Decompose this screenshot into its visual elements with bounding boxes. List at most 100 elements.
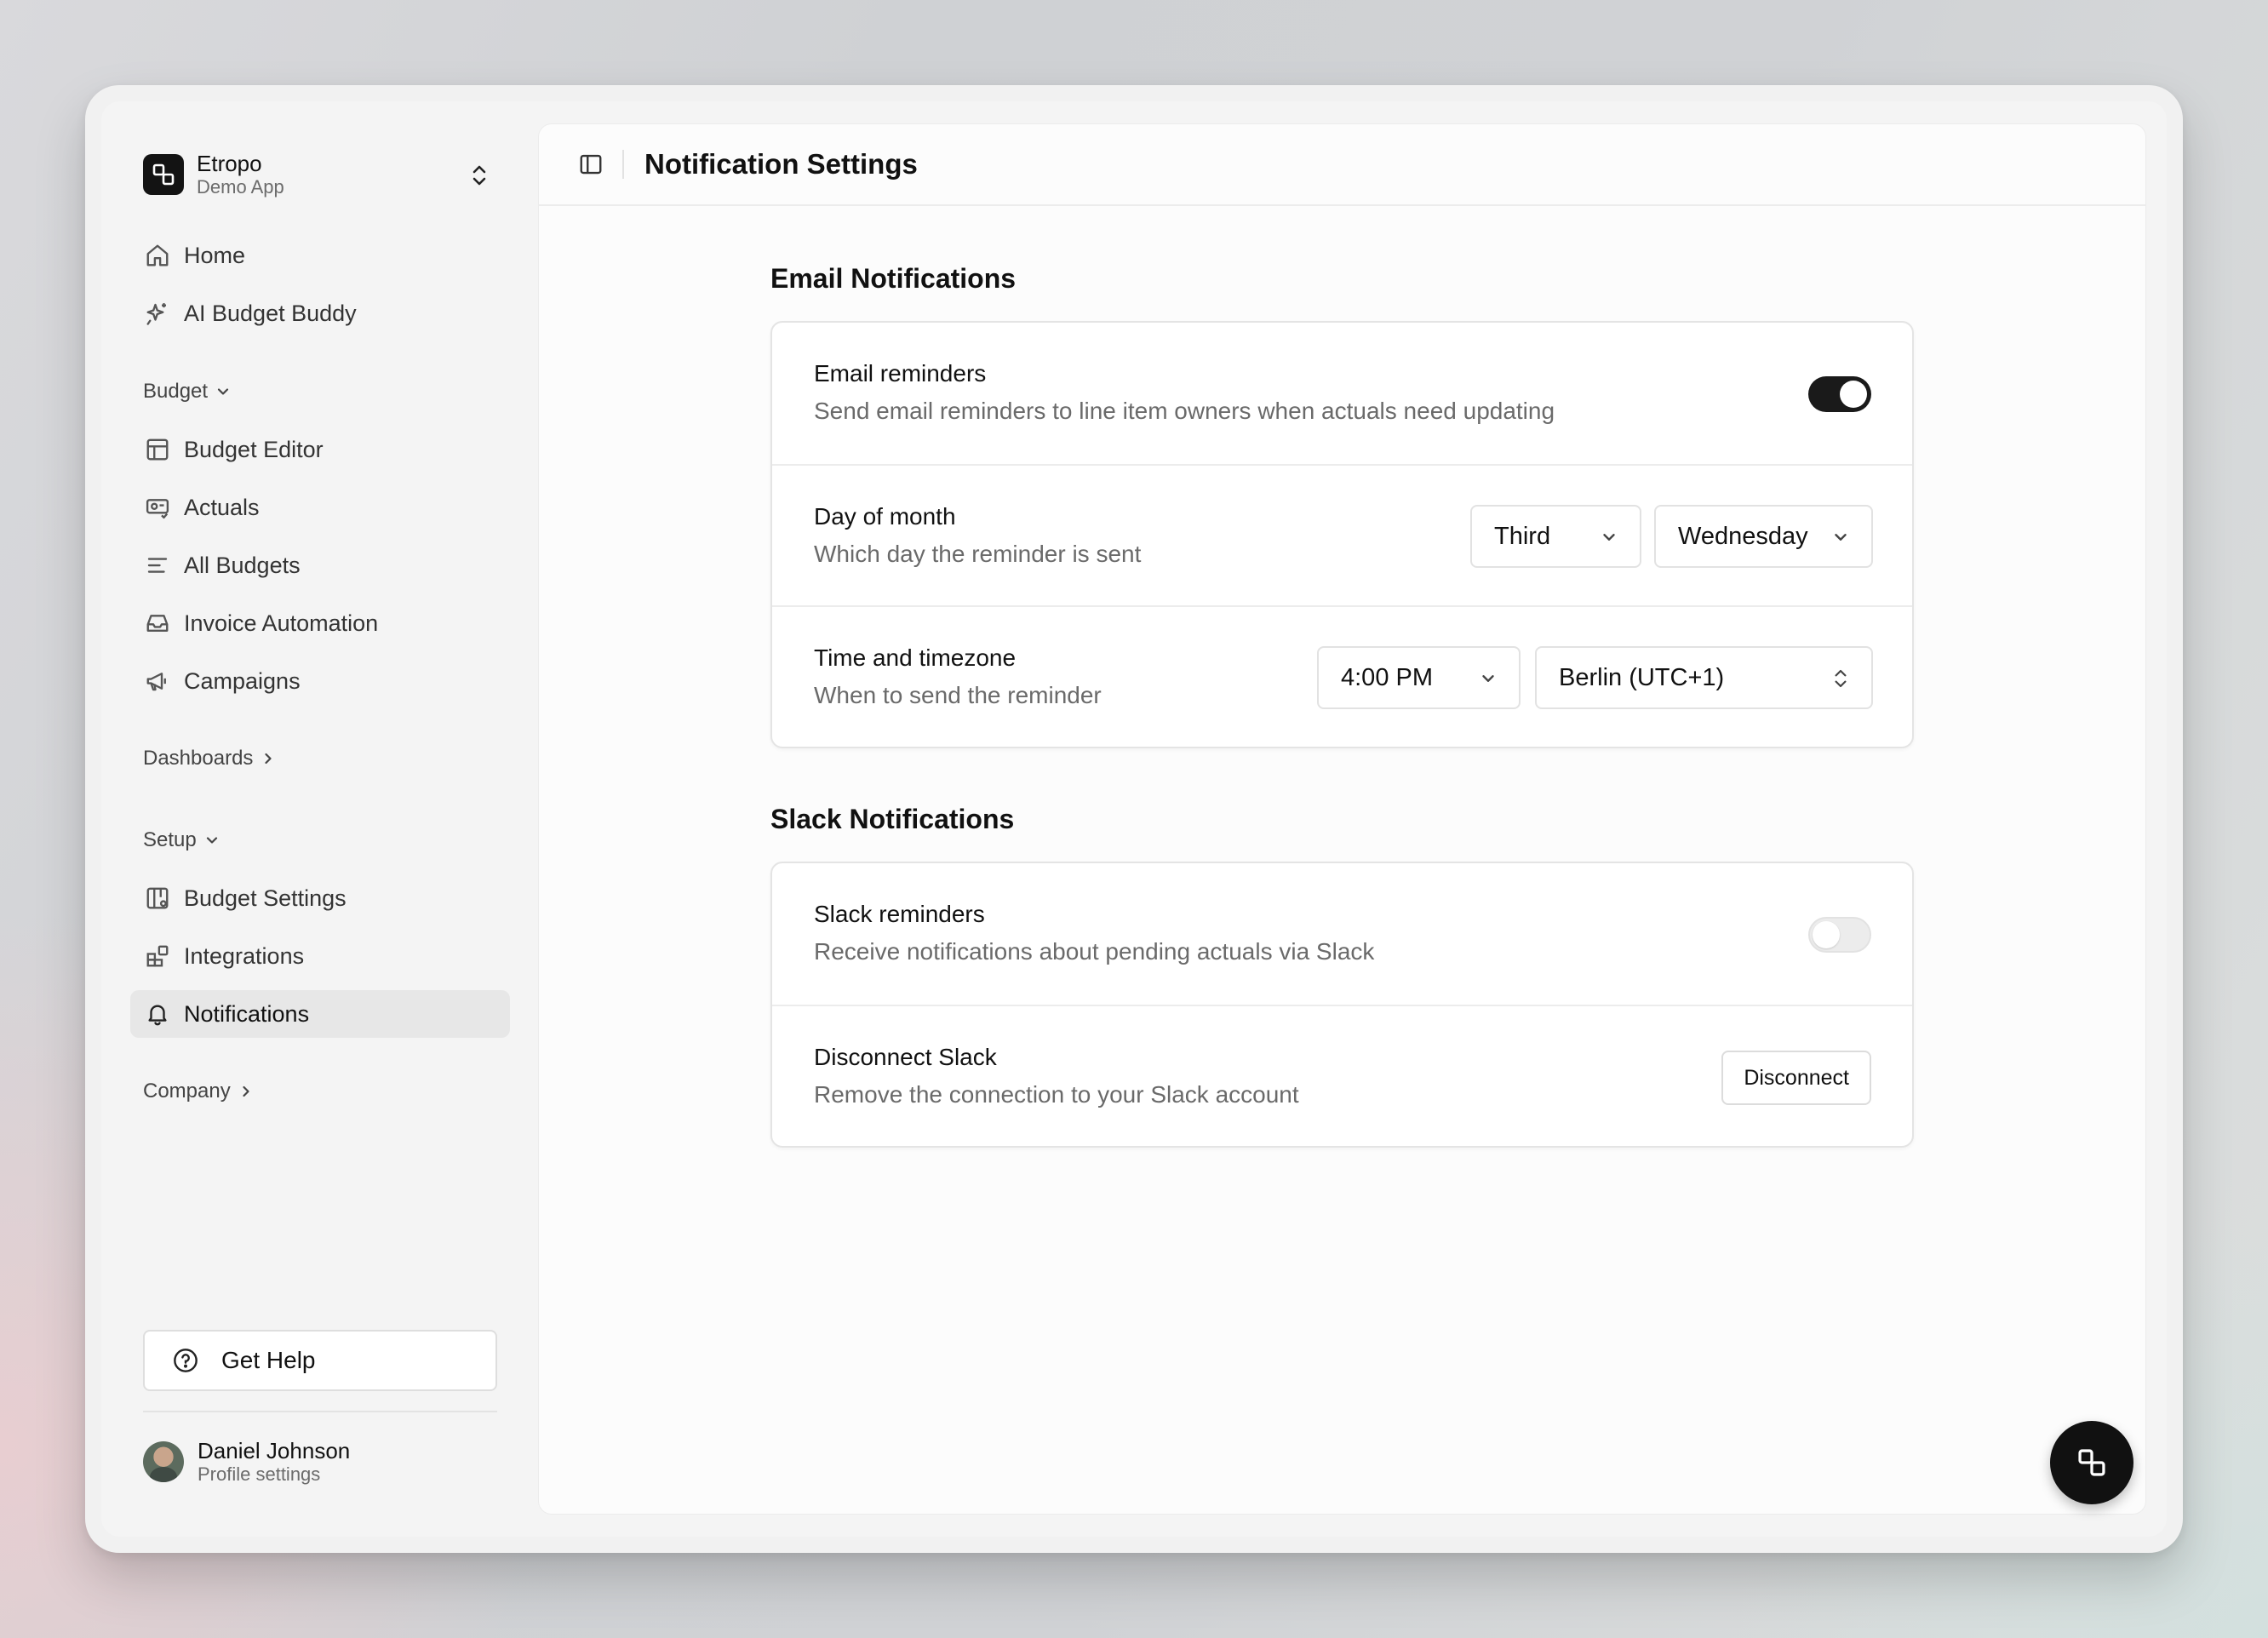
chevron-down-icon	[1476, 667, 1500, 690]
sidebar-item-label: Budget Settings	[184, 885, 346, 911]
chevron-right-icon	[265, 753, 272, 765]
sidebar-item-label: Integrations	[184, 942, 305, 969]
sidebar-item-actuals[interactable]: Actuals	[130, 484, 510, 531]
chevron-down-icon	[217, 388, 229, 395]
workspace-switcher[interactable]: Etropo Demo App	[143, 149, 543, 200]
weekday-select[interactable]: Wednesday	[1654, 505, 1873, 568]
slack-reminders-row: Slack reminders Receive notifications ab…	[772, 863, 1912, 1005]
user-name: Daniel Johnson	[198, 1438, 351, 1463]
avatar	[143, 1441, 184, 1482]
sidebar-item-label: Actuals	[184, 494, 260, 520]
workspace-info: Etropo Demo App	[197, 151, 284, 198]
main-content: Notification Settings Email Notification…	[538, 123, 2146, 1515]
chevron-down-icon	[206, 837, 217, 844]
toggle-knob	[1840, 381, 1867, 408]
chevron-down-icon	[1829, 525, 1853, 549]
slack-section-title: Slack Notifications	[770, 804, 1015, 834]
select-value: Berlin (UTC+1)	[1559, 663, 1725, 691]
user-profile[interactable]: Daniel Johnson Profile settings	[143, 1438, 350, 1486]
disconnect-slack-row: Disconnect Slack Remove the connection t…	[772, 1005, 1912, 1146]
row-title: Time and timezone	[814, 644, 1017, 671]
group-label: Company	[143, 1080, 231, 1102]
assistant-launcher-button[interactable]	[2050, 1421, 2133, 1504]
sidebar-item-label: Budget Editor	[184, 436, 324, 462]
sidebar-group-dashboards[interactable]: Dashboards	[143, 742, 277, 776]
table-icon	[143, 435, 172, 464]
home-icon	[143, 241, 172, 270]
sidebar-item-home[interactable]: Home	[130, 232, 510, 279]
time-timezone-row: Time and timezone When to send the remin…	[772, 605, 1912, 747]
select-value: Third	[1494, 522, 1551, 550]
sidebar-item-notifications[interactable]: Notifications	[130, 990, 510, 1038]
megaphone-icon	[143, 667, 172, 696]
blocks-icon	[143, 942, 172, 971]
top-bar: Notification Settings	[539, 124, 2145, 206]
row-title: Email reminders	[814, 360, 987, 387]
chevron-down-icon	[1597, 525, 1621, 549]
email-reminders-toggle[interactable]	[1808, 376, 1871, 412]
sidebar-item-budget-settings[interactable]: Budget Settings	[130, 874, 510, 922]
toggle-knob	[1813, 921, 1840, 948]
sidebar-group-setup[interactable]: Setup	[143, 823, 220, 857]
row-description: Receive notifications about pending actu…	[814, 938, 1375, 965]
sidebar-item-label: Invoice Automation	[184, 610, 379, 636]
row-description: When to send the reminder	[814, 682, 1102, 708]
group-label: Dashboards	[143, 747, 254, 770]
chevrons-up-down-icon	[1829, 667, 1853, 690]
sidebar-item-invoice-automation[interactable]: Invoice Automation	[130, 599, 510, 647]
bell-icon	[143, 999, 172, 1028]
inbox-icon	[143, 609, 172, 638]
row-description: Send email reminders to line item owners…	[814, 398, 1555, 424]
sidebar: Etropo Demo App Home AI Budget Buddy Bud…	[101, 101, 537, 1537]
chevrons-up-down-icon[interactable]	[467, 161, 492, 190]
select-value: Wednesday	[1678, 522, 1808, 550]
slack-settings-card: Slack reminders Receive notifications ab…	[770, 862, 1914, 1148]
app-logo	[143, 154, 184, 195]
sidebar-item-all-budgets[interactable]: All Budgets	[130, 541, 510, 589]
timezone-select[interactable]: Berlin (UTC+1)	[1535, 646, 1873, 709]
row-description: Which day the reminder is sent	[814, 541, 1142, 567]
group-label: Setup	[143, 828, 197, 851]
sidebar-item-label: All Budgets	[184, 552, 301, 578]
row-description: Remove the connection to your Slack acco…	[814, 1081, 1299, 1108]
sidebar-item-integrations[interactable]: Integrations	[130, 932, 510, 980]
row-title: Disconnect Slack	[814, 1044, 997, 1070]
week-ordinal-select[interactable]: Third	[1470, 505, 1641, 568]
day-of-month-row: Day of month Which day the reminder is s…	[772, 464, 1912, 605]
sidebar-item-campaigns[interactable]: Campaigns	[130, 657, 510, 705]
sidebar-group-budget[interactable]: Budget	[143, 375, 232, 409]
email-settings-card: Email reminders Send email reminders to …	[770, 321, 1914, 748]
sidebar-toggle-icon[interactable]	[576, 150, 605, 179]
app-window: Etropo Demo App Home AI Budget Buddy Bud…	[101, 101, 2167, 1537]
select-value: 4:00 PM	[1341, 663, 1433, 691]
page-title: Notification Settings	[644, 148, 918, 180]
disconnect-button[interactable]: Disconnect	[1721, 1051, 1871, 1105]
profile-settings-link[interactable]: Profile settings	[198, 1463, 350, 1486]
email-reminders-row: Email reminders Send email reminders to …	[772, 323, 1912, 464]
user-info: Daniel Johnson Profile settings	[198, 1438, 350, 1486]
row-title: Day of month	[814, 503, 956, 530]
help-circle-icon	[172, 1347, 199, 1374]
get-help-button[interactable]: Get Help	[143, 1330, 497, 1391]
sidebar-item-ai-budget-buddy[interactable]: AI Budget Buddy	[130, 289, 510, 337]
app-logo-icon	[2078, 1449, 2105, 1476]
time-select[interactable]: 4:00 PM	[1317, 646, 1521, 709]
columns-settings-icon	[143, 884, 172, 913]
list-icon	[143, 551, 172, 580]
slack-reminders-toggle[interactable]	[1808, 917, 1871, 953]
topbar-divider	[622, 150, 624, 179]
sidebar-item-label: AI Budget Buddy	[184, 300, 357, 326]
app-subtitle: Demo App	[197, 176, 284, 198]
sidebar-item-budget-editor[interactable]: Budget Editor	[130, 426, 510, 473]
sparkles-icon	[143, 299, 172, 328]
sidebar-item-label: Notifications	[184, 1000, 310, 1027]
sidebar-item-label: Campaigns	[184, 667, 301, 694]
sidebar-divider	[143, 1411, 497, 1412]
group-label: Budget	[143, 380, 209, 403]
chevron-right-icon	[243, 1085, 249, 1097]
receipt-icon	[143, 493, 172, 522]
app-name: Etropo	[197, 151, 262, 176]
sidebar-item-label: Home	[184, 242, 246, 268]
row-title: Slack reminders	[814, 901, 985, 927]
sidebar-group-company[interactable]: Company	[143, 1074, 255, 1108]
